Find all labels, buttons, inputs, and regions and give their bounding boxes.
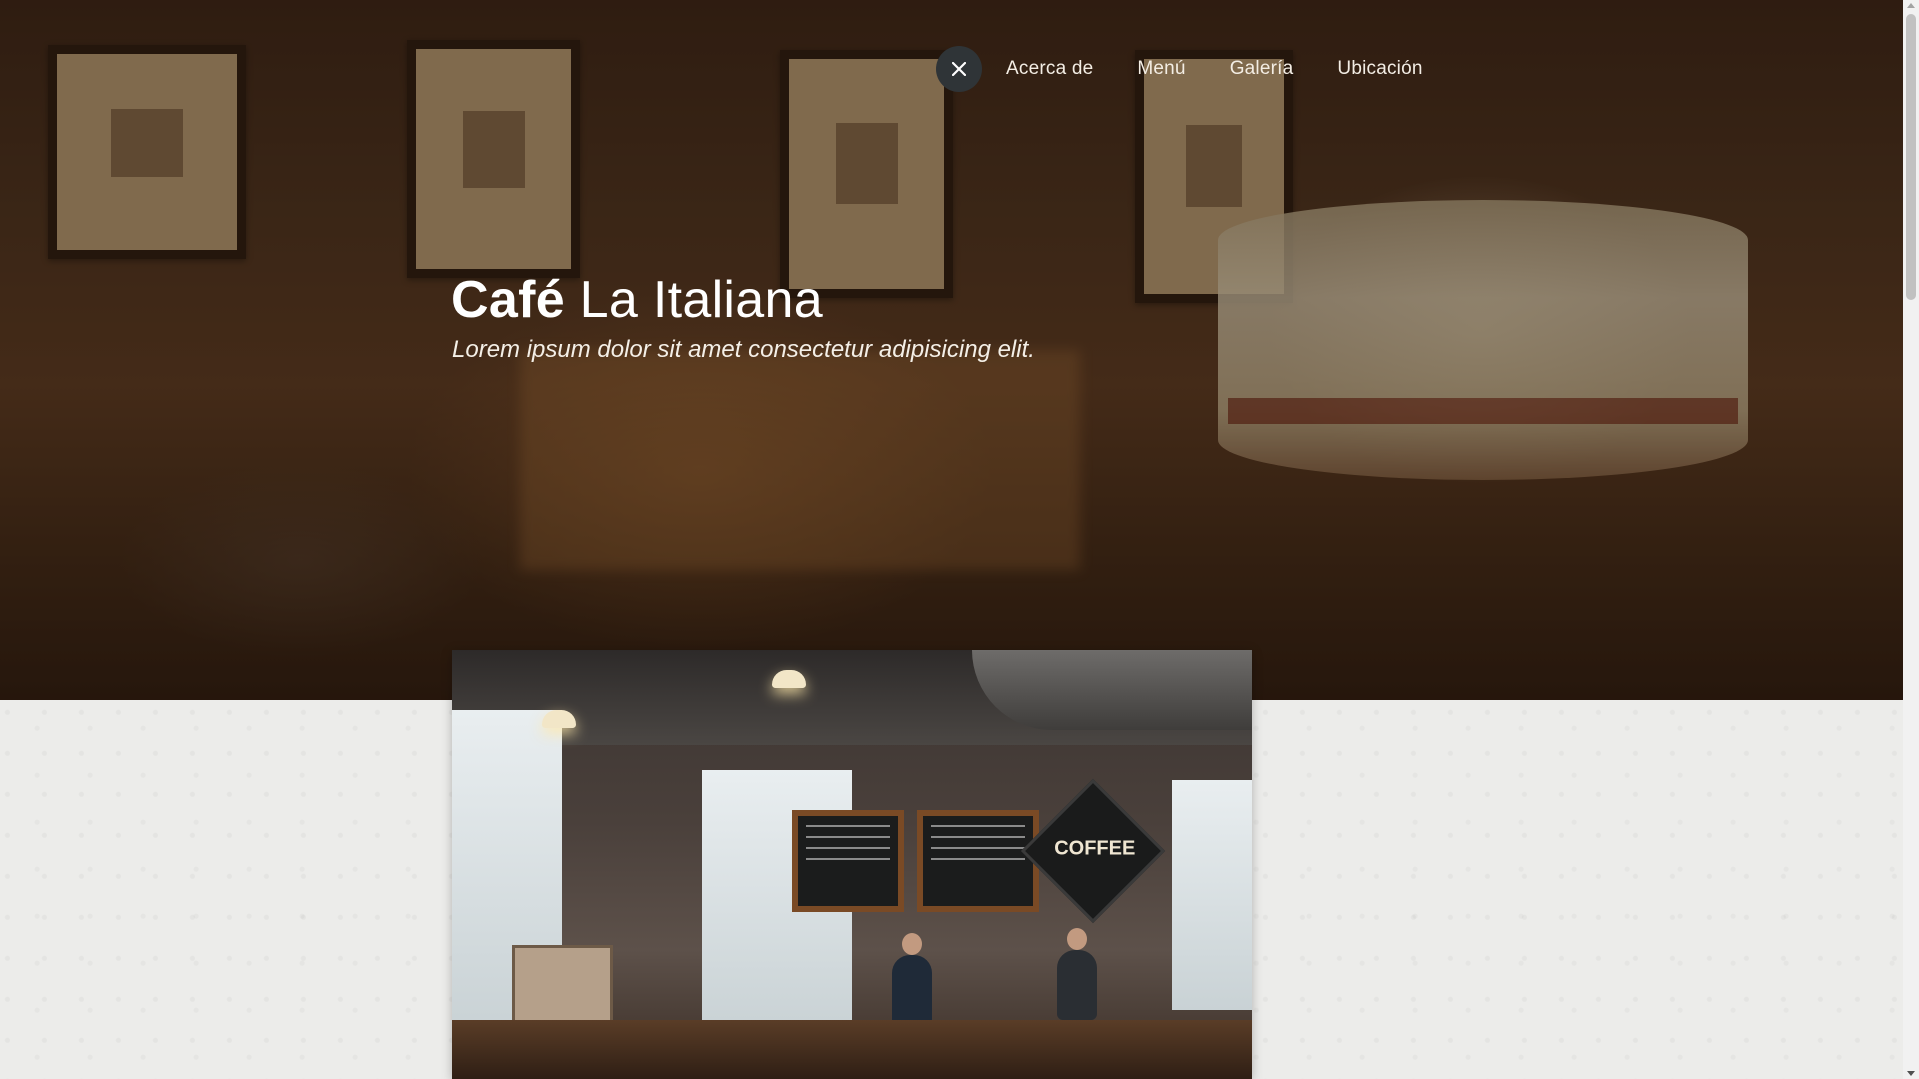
- photo-window: [1172, 780, 1252, 1010]
- main-nav: Acerca de Menú Galería Ubicación: [936, 44, 1467, 94]
- scrollbar-thumb[interactable]: [1906, 14, 1916, 300]
- hero-tagline: Lorem ipsum dolor sit amet consectetur a…: [452, 336, 1035, 363]
- photo-person: [1057, 928, 1097, 1020]
- photo-person: [892, 933, 932, 1025]
- chalkboard-menu: [792, 810, 904, 912]
- cafe-interior-photo: COFFEE: [452, 650, 1252, 1079]
- photo-counter: [452, 1020, 1252, 1079]
- close-menu-button[interactable]: [936, 46, 982, 92]
- scroll-down-arrow[interactable]: [1907, 1071, 1915, 1076]
- nav-link-menu[interactable]: Menú: [1137, 58, 1185, 80]
- photo-crate: [512, 945, 613, 1031]
- pendant-lamp: [542, 710, 576, 728]
- page: Acerca de Menú Galería Ubicación Café La…: [0, 0, 1903, 1079]
- nav-link-ubicacion[interactable]: Ubicación: [1337, 58, 1422, 80]
- nav-link-galeria[interactable]: Galería: [1230, 58, 1294, 80]
- title-rest: La Italiana: [564, 271, 823, 329]
- coffee-sign: COFFEE: [1020, 778, 1166, 924]
- vertical-scrollbar[interactable]: [1903, 0, 1919, 1079]
- nav-link-acerca-de[interactable]: Acerca de: [1006, 58, 1093, 80]
- close-icon: [952, 62, 966, 76]
- scroll-up-arrow[interactable]: [1907, 3, 1915, 8]
- title-bold: Café: [451, 271, 565, 329]
- chalkboard-menu: [917, 810, 1039, 912]
- page-title: Café La Italiana: [451, 270, 823, 330]
- pendant-lamp: [772, 670, 806, 688]
- hero-section: Acerca de Menú Galería Ubicación Café La…: [0, 0, 1903, 700]
- photo-duct: [972, 650, 1252, 730]
